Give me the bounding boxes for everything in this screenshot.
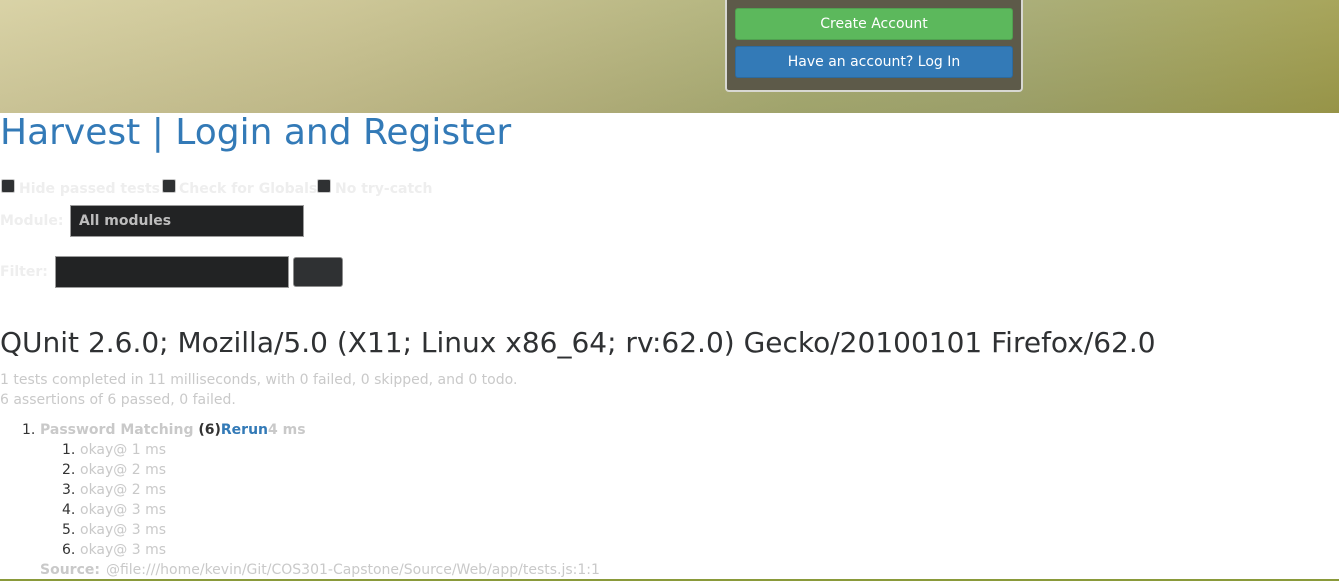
assertion-number: 5. (62, 522, 76, 538)
assertion-number: 2. (62, 462, 76, 478)
assertion-item: 2. okay@ 2 ms (0, 462, 400, 482)
assertion-text: okay@ 3 ms (80, 522, 167, 538)
page-title: Harvest | Login and Register (0, 112, 512, 153)
user-agent: QUnit 2.6.0; Mozilla/5.0 (X11; Linux x86… (0, 326, 1156, 359)
test-item[interactable]: 1. Password Matching (6)Rerun4 ms (0, 422, 600, 442)
assertion-text: okay@ 3 ms (80, 502, 167, 518)
assertion-number: 1. (62, 442, 76, 458)
assertion-number: 3. (62, 482, 76, 498)
assertion-text: okay@ 1 ms (80, 442, 167, 458)
test-source: Source: @file:///home/kevin/Git/COS301-Ca… (40, 562, 600, 578)
auth-panel: Create Account Have an account? Log In (725, 0, 1023, 92)
test-summary: 1 tests completed in 11 milliseconds, wi… (0, 372, 518, 388)
module-label: Module: (0, 213, 64, 229)
check-globals-label[interactable]: Check for Globals (179, 181, 317, 197)
hide-passed-checkbox[interactable] (1, 179, 15, 193)
assertion-summary: 6 assertions of 6 passed, 0 failed. (0, 392, 236, 408)
test-filter: Filter: (0, 256, 400, 288)
login-button[interactable]: Have an account? Log In (735, 46, 1013, 78)
module-filter: Module: All modules (0, 205, 400, 237)
test-time: 4 ms (268, 422, 306, 438)
no-try-catch-label[interactable]: No try-catch (335, 181, 432, 197)
filter-input[interactable] (55, 256, 289, 288)
test-count: (6) (198, 422, 221, 438)
assertion-item: 5. okay@ 3 ms (0, 522, 400, 542)
assertion-text: okay@ 2 ms (80, 482, 167, 498)
test-name-row: Password Matching (6)Rerun4 ms (40, 422, 306, 438)
go-button[interactable] (293, 257, 343, 287)
header-banner (0, 0, 1339, 113)
assertion-item: 1. okay@ 1 ms (0, 442, 400, 462)
module-select[interactable]: All modules (70, 205, 304, 237)
check-globals-checkbox[interactable] (162, 179, 176, 193)
source-label: Source: (40, 562, 100, 578)
create-account-button[interactable]: Create Account (735, 8, 1013, 40)
assertion-item: 6. okay@ 3 ms (0, 542, 400, 562)
test-name[interactable]: Password Matching (40, 422, 193, 438)
assertion-item: 4. okay@ 3 ms (0, 502, 400, 522)
test-number: 1. (22, 422, 36, 438)
assertion-number: 6. (62, 542, 76, 558)
hide-passed-label[interactable]: Hide passed tests (19, 181, 160, 197)
assertion-item: 3. okay@ 2 ms (0, 482, 400, 502)
assertion-text: okay@ 2 ms (80, 462, 167, 478)
assertion-text: okay@ 3 ms (80, 542, 167, 558)
filter-label: Filter: (0, 264, 48, 280)
rerun-link[interactable]: Rerun (221, 422, 268, 438)
qunit-toolbar: Hide passed tests Check for Globals No t… (0, 178, 600, 200)
assertion-number: 4. (62, 502, 76, 518)
no-try-catch-checkbox[interactable] (317, 179, 331, 193)
source-path: @file:///home/kevin/Git/COS301-Capstone/… (105, 562, 600, 578)
